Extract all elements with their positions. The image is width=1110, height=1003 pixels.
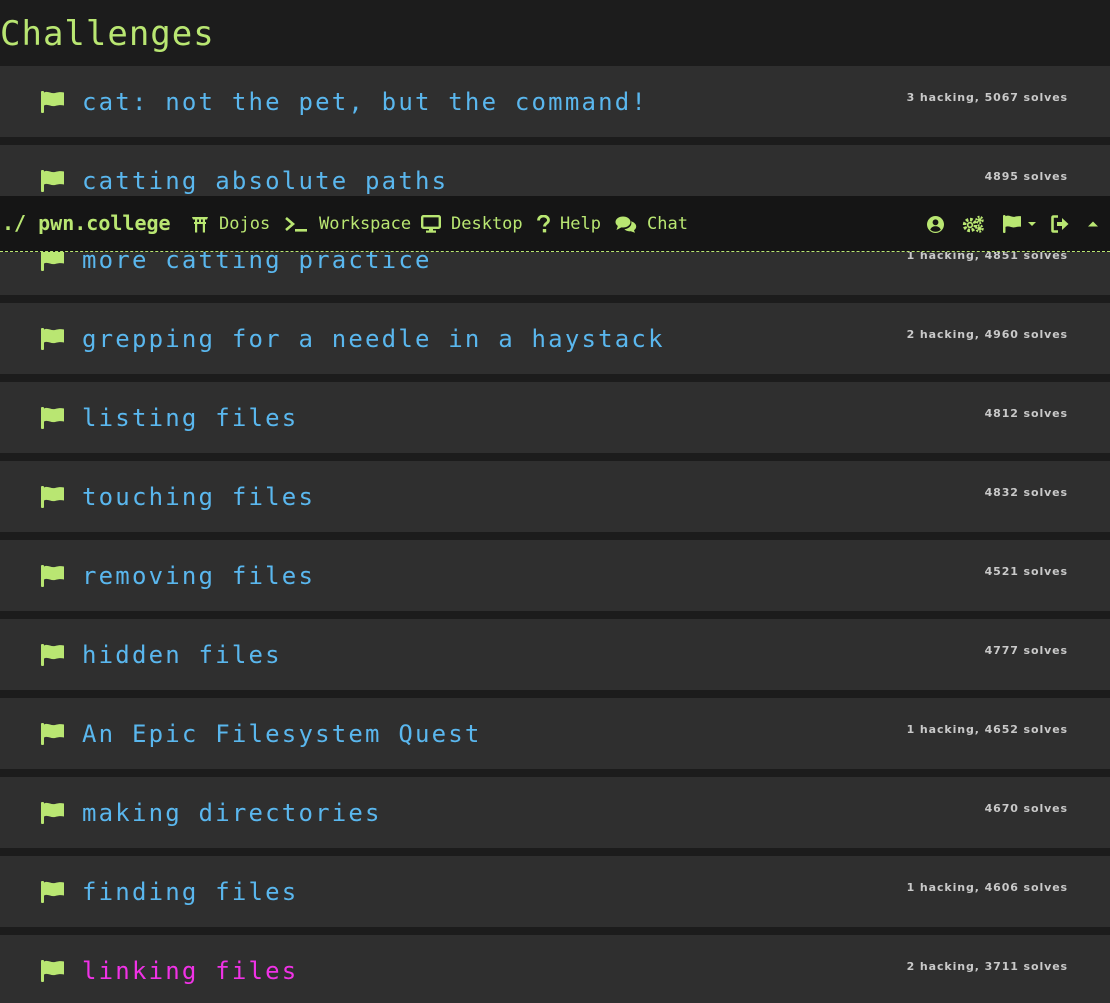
challenge-name[interactable]: making directories [82, 799, 382, 827]
navbar: ./ pwn.college Dojos Workspace Desktop H… [0, 196, 1110, 252]
challenge-stats: 4812 solves [984, 407, 1068, 420]
flag-icon [41, 881, 65, 903]
page-title: Challenges [0, 14, 215, 54]
gears-icon[interactable] [962, 213, 985, 235]
challenge-row[interactable]: making directories 4670 solves [0, 777, 1110, 848]
flag-icon [41, 802, 65, 824]
challenge-stats: 2 hacking, 4960 solves [906, 328, 1068, 341]
challenge-name[interactable]: An Epic Filesystem Quest [82, 720, 482, 748]
challenge-name[interactable]: catting absolute paths [82, 167, 448, 195]
challenge-stats: 4777 solves [984, 644, 1068, 657]
nav-workspace[interactable]: Workspace [285, 213, 411, 235]
nav-dojos[interactable]: Dojos [191, 213, 270, 235]
challenge-name[interactable]: finding files [82, 878, 298, 906]
challenge-row[interactable]: hidden files 4777 solves [0, 619, 1110, 690]
terminal-icon [285, 217, 307, 232]
flag-icon [41, 249, 65, 271]
challenge-row[interactable]: finding files 1 hacking, 4606 solves [0, 856, 1110, 927]
challenge-name[interactable]: removing files [82, 562, 315, 590]
challenge-stats: 4521 solves [984, 565, 1068, 578]
challenge-row-active[interactable]: linking files 2 hacking, 3711 solves [0, 935, 1110, 1003]
nav-chat-label: Chat [647, 214, 688, 234]
challenge-name[interactable]: touching files [82, 483, 315, 511]
torii-gate-icon [192, 217, 208, 233]
challenge-stats: 4832 solves [984, 486, 1068, 499]
flag-dropdown-icon[interactable] [1003, 213, 1037, 235]
nav-help[interactable]: Help [537, 213, 601, 235]
nav-desktop-label: Desktop [451, 214, 523, 234]
challenge-stats: 1 hacking, 4606 solves [906, 881, 1068, 894]
nav-desktop[interactable]: Desktop [421, 213, 523, 235]
question-icon [537, 215, 550, 233]
challenge-stats: 1 hacking, 4652 solves [906, 723, 1068, 736]
challenge-name[interactable]: listing files [82, 404, 298, 432]
challenge-row[interactable]: An Epic Filesystem Quest 1 hacking, 4652… [0, 698, 1110, 769]
challenge-row[interactable]: removing files 4521 solves [0, 540, 1110, 611]
comments-icon [615, 216, 637, 233]
challenge-stats: 3 hacking, 5067 solves [906, 91, 1068, 104]
desktop-icon [421, 215, 441, 233]
challenge-name[interactable]: cat: not the pet, but the command! [82, 88, 648, 116]
challenge-row[interactable]: grepping for a needle in a haystack 2 ha… [0, 303, 1110, 374]
challenge-stats: 4895 solves [984, 170, 1068, 183]
flag-icon [41, 91, 65, 113]
user-circle-icon[interactable] [927, 213, 944, 235]
flag-icon [41, 565, 65, 587]
challenge-row[interactable]: touching files 4832 solves [0, 461, 1110, 532]
caret-up-icon[interactable] [1087, 213, 1099, 235]
flag-icon [41, 723, 65, 745]
nav-dojos-label: Dojos [219, 214, 271, 234]
flag-icon [41, 486, 65, 508]
flag-icon [41, 407, 65, 429]
flag-icon [41, 328, 65, 350]
flag-icon [41, 170, 65, 192]
sign-out-icon[interactable] [1051, 213, 1069, 235]
nav-workspace-label: Workspace [319, 214, 412, 234]
challenge-name[interactable]: linking files [82, 957, 298, 985]
challenge-stats: 2 hacking, 3711 solves [906, 960, 1068, 973]
challenge-name[interactable]: hidden files [82, 641, 282, 669]
nav-help-label: Help [560, 214, 601, 234]
flag-icon [41, 644, 65, 666]
flag-icon [41, 960, 65, 982]
challenge-row[interactable]: listing files 4812 solves [0, 382, 1110, 453]
challenge-name[interactable]: grepping for a needle in a haystack [82, 325, 665, 353]
challenge-stats: 4670 solves [984, 802, 1068, 815]
challenge-row[interactable]: cat: not the pet, but the command! 3 hac… [0, 66, 1110, 137]
page: Challenges cat: not the pet, but the com… [0, 0, 1110, 1003]
brand-link[interactable]: ./ pwn.college [2, 211, 171, 235]
nav-chat[interactable]: Chat [615, 213, 688, 235]
